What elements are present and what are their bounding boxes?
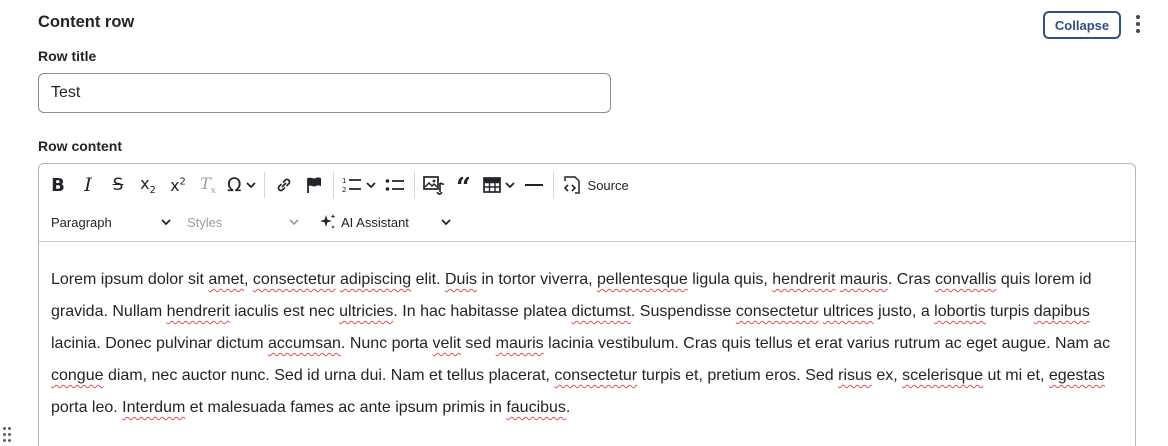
remove-format-icon[interactable]: Tx [193, 170, 223, 200]
row-title-label: Row title [38, 48, 97, 64]
spellcheck-word: Duis [444, 271, 477, 288]
spellcheck-word: risus [838, 367, 872, 384]
editor-paragraph: Lorem ipsum dolor sit amet, consectetur … [51, 264, 1123, 424]
text-run: turpis et, pretium eros. Sed [637, 367, 839, 384]
spellcheck-word: lobortis [934, 303, 986, 320]
text-run: turpis [985, 303, 1034, 320]
svg-text:1: 1 [342, 177, 346, 185]
spellcheck-word: consectetur [554, 367, 638, 384]
text-run: , [243, 271, 253, 288]
toolbar-separator [263, 172, 265, 198]
spellcheck-word: convallis [935, 271, 997, 288]
source-icon [563, 176, 580, 194]
table-icon[interactable] [479, 170, 519, 200]
text-run: Lorem ipsum dolor sit [51, 271, 209, 288]
text-run: ut mi et, [983, 367, 1049, 384]
spellcheck-word: pellentesque [597, 271, 688, 288]
row-content-label: Row content [38, 138, 122, 154]
text-run: ligula quis, [687, 271, 773, 288]
text-run: . Suspendisse [630, 303, 736, 320]
paragraph-format-dropdown[interactable]: Paragraph [43, 208, 175, 236]
text-run: porta leo. [51, 399, 123, 416]
more-options-icon[interactable] [1130, 13, 1146, 37]
spellcheck-word: ultrices [823, 303, 874, 320]
text-run: lacinia. Donec pulvinar dictum [51, 335, 268, 352]
toolbar-row-formatting: B I S x2 x2 Tx Ω 12 “ Source [43, 170, 633, 201]
strikethrough-icon[interactable]: S [103, 170, 133, 200]
spellcheck-word: hendrerit [166, 303, 230, 320]
media-icon[interactable] [419, 170, 449, 200]
text-run: diam, nec auctor nunc. Sed id urna dui. … [103, 367, 555, 384]
spellcheck-word: ultricies [339, 303, 394, 320]
ai-assistant-label: AI Assistant [341, 214, 409, 230]
svg-text:2: 2 [342, 186, 346, 194]
text-run: iaculis est nec [229, 303, 340, 320]
spellcheck-word: consectetur [735, 303, 819, 320]
styles-label: Styles [187, 214, 223, 230]
toolbar-separator [332, 172, 334, 198]
superscript-icon[interactable]: x2 [163, 170, 193, 200]
toolbar-separator [552, 172, 554, 198]
styles-dropdown[interactable]: Styles [179, 208, 303, 236]
spellcheck-word: amet [208, 271, 244, 288]
spellcheck-word: congue [51, 367, 104, 384]
flag-icon[interactable] [299, 170, 329, 200]
horizontal-line-icon[interactable] [519, 170, 549, 200]
spellcheck-word: hendrerit [772, 271, 836, 288]
editor-content-area[interactable]: Lorem ipsum dolor sit amet, consectetur … [39, 242, 1135, 424]
spellcheck-word: mauris [495, 335, 544, 352]
text-run: et malesuada fames ac ante ipsum primis … [185, 399, 507, 416]
text-run: in tortor viverra, [477, 271, 598, 288]
text-run: ex, [871, 367, 903, 384]
text-run: . Nunc porta [340, 335, 433, 352]
paragraph-format-label: Paragraph [51, 214, 112, 230]
spellcheck-word: faucibus [506, 399, 566, 416]
italic-icon[interactable]: I [73, 170, 103, 200]
drag-handle-icon[interactable] [3, 427, 13, 445]
editor-toolbar: B I S x2 x2 Tx Ω 12 “ Source Paragraph S… [39, 164, 1135, 242]
ai-assistant-dropdown[interactable]: AI Assistant [311, 208, 455, 236]
numbered-list-icon[interactable]: 12 [338, 170, 380, 200]
row-title-input[interactable] [38, 73, 611, 113]
spellcheck-word: egestas [1048, 367, 1105, 384]
sparkle-icon [320, 214, 336, 229]
spellcheck-word: scelerisque [902, 367, 984, 384]
toolbar-separator [413, 172, 415, 198]
chevron-down-icon [161, 219, 171, 225]
source-label: Source [587, 177, 629, 193]
subscript-icon[interactable]: x2 [133, 170, 163, 200]
chevron-down-icon [289, 219, 299, 225]
text-run: . Cras [887, 271, 936, 288]
text-run: . [565, 399, 571, 416]
chevron-down-icon [441, 219, 451, 225]
collapse-button[interactable]: Collapse [1043, 11, 1121, 39]
bold-icon[interactable]: B [43, 170, 73, 200]
spellcheck-word: dapibus [1033, 303, 1090, 320]
text-run: lacinia vestibulum. Cras quis tellus et … [543, 335, 1111, 352]
spellcheck-word: Interdum [122, 399, 186, 416]
spellcheck-word: consectetur [252, 271, 336, 288]
blockquote-icon[interactable]: “ [449, 170, 479, 201]
text-run: sed [460, 335, 496, 352]
bulleted-list-icon[interactable] [380, 170, 410, 200]
text-run: justo, a [873, 303, 935, 320]
toolbar-row-blocks: Paragraph Styles AI Assistant [43, 208, 455, 236]
spellcheck-word: mauris [839, 271, 888, 288]
spellcheck-word: adipiscing [340, 271, 412, 288]
spellcheck-word: accumsan [268, 335, 341, 352]
spellcheck-word: velit [432, 335, 461, 352]
link-icon[interactable] [269, 170, 299, 200]
special-characters-icon[interactable]: Ω [223, 170, 260, 200]
source-button[interactable]: Source [558, 170, 633, 200]
spellcheck-word: dictumst [571, 303, 631, 320]
rich-text-editor: B I S x2 x2 Tx Ω 12 “ Source Paragraph S… [38, 163, 1136, 446]
text-run: . In hac habitasse platea [393, 303, 572, 320]
section-title: Content row [38, 13, 135, 31]
text-run: elit. [411, 271, 445, 288]
